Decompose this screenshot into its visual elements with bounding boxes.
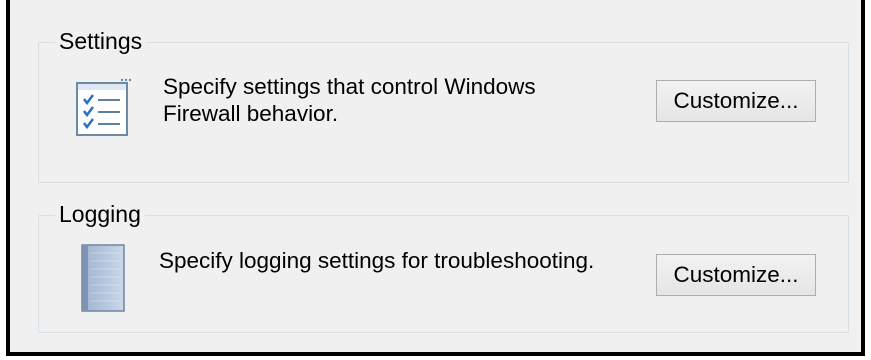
checklist-icon <box>72 77 134 139</box>
settings-groupbox: Settings Specify settings that control W… <box>38 28 849 183</box>
settings-description: Specify settings that control Windows Fi… <box>163 74 536 126</box>
logging-customize-button[interactable]: Customize... <box>656 254 816 296</box>
settings-customize-button[interactable]: Customize... <box>656 80 816 122</box>
logging-group-title: Logging <box>55 201 145 227</box>
logging-description: Specify logging settings for troubleshoo… <box>159 248 595 273</box>
firewall-properties-panel: Settings Specify settings that control W… <box>6 0 865 356</box>
settings-group-title: Settings <box>55 28 147 54</box>
notebook-icon <box>72 243 134 313</box>
logging-groupbox: Logging Specify logging settings for tro… <box>38 201 849 333</box>
